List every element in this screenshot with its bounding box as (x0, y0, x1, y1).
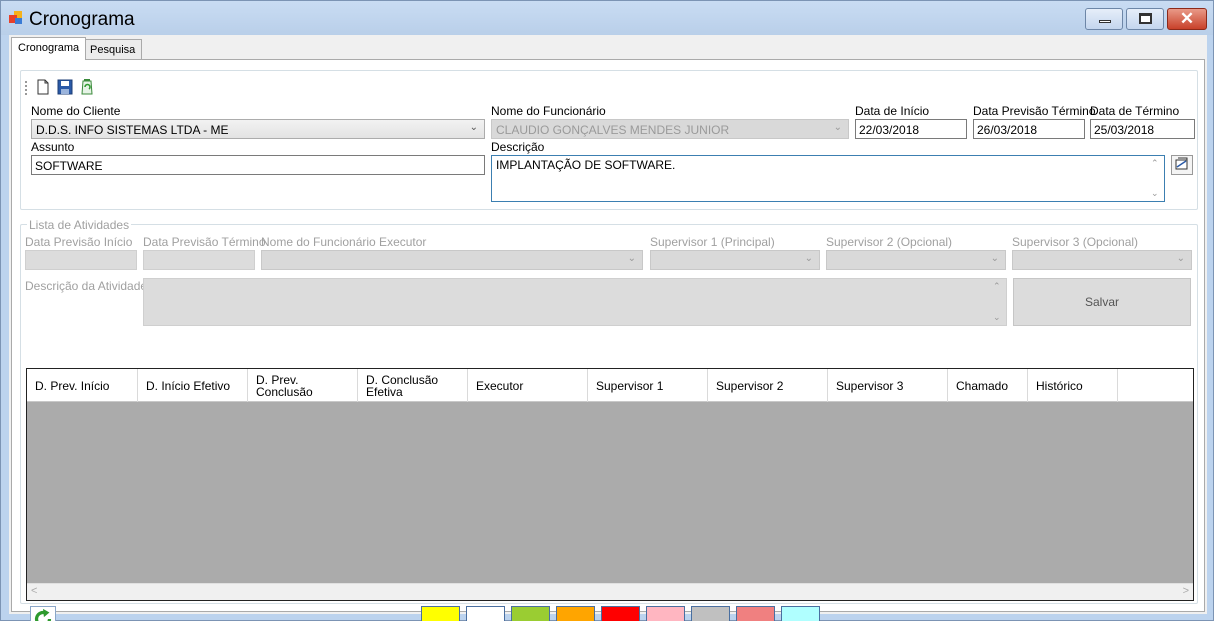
close-button[interactable]: ✕ (1167, 8, 1207, 30)
title-bar[interactable]: Cronograma ✕ (1, 1, 1213, 35)
refresh-button[interactable] (30, 606, 56, 621)
chevron-down-icon: ⌄ (804, 253, 813, 264)
data-previsao-termino-field[interactable]: 26/03/2018 (973, 119, 1085, 139)
grid-horizontal-scrollbar[interactable]: < > (27, 583, 1193, 600)
window-title: Cronograma (29, 9, 135, 30)
chevron-down-icon: ⌄ (469, 122, 478, 133)
atv-supervisor2-label: Supervisor 2 (Opcional) (826, 235, 953, 249)
atv-supervisor2-select: ⌄ (826, 250, 1006, 270)
legend-swatch (556, 606, 595, 621)
save-icon[interactable] (57, 79, 73, 95)
legend-swatch (736, 606, 775, 621)
maximize-icon (1139, 13, 1152, 24)
tab-page-cronograma: Nome do Cliente D.D.S. INFO SISTEMAS LTD… (11, 59, 1205, 621)
new-document-icon[interactable] (35, 79, 51, 95)
maximize-button[interactable] (1126, 8, 1164, 30)
scroll-right-icon[interactable]: > (1183, 585, 1189, 597)
atv-data-prev-termino-label: Data Previsão Término (143, 235, 266, 249)
toolbar (25, 77, 115, 99)
assunto-field[interactable]: SOFTWARE (31, 155, 485, 175)
atividades-group-label: Lista de Atividades (27, 218, 132, 232)
col-historico[interactable]: Histórico (1028, 369, 1118, 402)
legend-swatch (601, 606, 640, 621)
col-executor[interactable]: Executor (468, 369, 588, 402)
legend-swatch (691, 606, 730, 621)
scroll-left-icon[interactable]: < (31, 585, 37, 597)
atv-supervisor1-select: ⌄ (650, 250, 820, 270)
atv-descricao-label: Descrição da Atividade (25, 279, 148, 293)
descricao-label: Descrição (491, 140, 545, 154)
assunto-label: Assunto (31, 140, 75, 154)
descricao-value: IMPLANTAÇÃO DE SOFTWARE. (496, 158, 676, 172)
descricao-scrollbar[interactable]: ⌃ ⌄ (1150, 158, 1162, 199)
atv-data-prev-inicio-field (25, 250, 137, 270)
descricao-textarea[interactable]: IMPLANTAÇÃO DE SOFTWARE. ⌃ ⌄ (491, 155, 1165, 202)
atv-executor-select: ⌄ (261, 250, 643, 270)
legend-swatch (466, 606, 505, 621)
atv-supervisor3-select: ⌄ (1012, 250, 1192, 270)
col-prev-conclusao[interactable]: D. Prev. Conclusão (248, 369, 358, 402)
atv-supervisor3-label: Supervisor 3 (Opcional) (1012, 235, 1139, 249)
chevron-down-icon: ⌄ (627, 253, 636, 264)
refresh-icon (34, 608, 52, 621)
atv-descricao-scrollbar: ⌃ ⌄ (993, 281, 1001, 322)
col-chamado[interactable]: Chamado (948, 369, 1028, 402)
col-supervisor1[interactable]: Supervisor 1 (588, 369, 708, 402)
salvar-button: Salvar (1013, 278, 1191, 326)
col-conclusao-efetiva[interactable]: D. Conclusão Efetiva (358, 369, 468, 402)
app-window: Cronograma ✕ Cronograma Pesquisa Nome do… (0, 0, 1214, 621)
legend-swatch (511, 606, 550, 621)
chevron-down-icon: ⌄ (990, 253, 999, 264)
app-icon (9, 11, 23, 25)
minimize-icon (1099, 20, 1111, 23)
edit-description-icon[interactable] (1171, 155, 1193, 175)
col-inicio-efetivo[interactable]: D. Início Efetivo (138, 369, 248, 402)
toolbar-grip[interactable] (25, 81, 28, 95)
minimize-button[interactable] (1085, 8, 1123, 30)
data-inicio-field[interactable]: 22/03/2018 (855, 119, 967, 139)
atv-data-prev-termino-field (143, 250, 255, 270)
cliente-value: D.D.S. INFO SISTEMAS LTDA - ME (36, 123, 229, 137)
funcionario-value: CLAUDIO GONÇALVES MENDES JUNIOR (496, 123, 730, 137)
cronograma-header-group: Nome do Cliente D.D.S. INFO SISTEMAS LTD… (20, 70, 1198, 210)
data-termino-label: Data de Término (1090, 104, 1180, 118)
funcionario-label: Nome do Funcionário (491, 104, 606, 118)
cliente-label: Nome do Cliente (31, 104, 121, 118)
data-previsao-termino-label: Data Previsão Término (973, 104, 1096, 118)
recycle-icon[interactable] (79, 79, 95, 95)
col-supervisor3[interactable]: Supervisor 3 (828, 369, 948, 402)
data-termino-field[interactable]: 25/03/2018 (1090, 119, 1195, 139)
chevron-down-icon: ⌄ (1176, 253, 1185, 264)
tab-pesquisa[interactable]: Pesquisa (83, 39, 143, 59)
chevron-down-icon: ⌄ (833, 122, 842, 133)
col-supervisor2[interactable]: Supervisor 2 (708, 369, 828, 402)
atv-data-prev-inicio-label: Data Previsão Início (25, 235, 133, 249)
atv-supervisor1-label: Supervisor 1 (Principal) (650, 235, 775, 249)
close-icon: ✕ (1179, 9, 1195, 28)
atv-executor-label: Nome do Funcionário Executor (261, 235, 427, 249)
legend-swatch (421, 606, 460, 621)
data-inicio-label: Data de Início (855, 104, 930, 118)
atividades-grid[interactable]: D. Prev. Início D. Início Efetivo D. Pre… (26, 368, 1194, 601)
legend-swatch (646, 606, 685, 621)
tab-cronograma[interactable]: Cronograma (11, 37, 87, 60)
col-prev-inicio[interactable]: D. Prev. Início (27, 369, 138, 402)
client-area: Cronograma Pesquisa Nome do Cliente D.D.… (9, 35, 1207, 621)
cliente-select[interactable]: D.D.S. INFO SISTEMAS LTDA - ME ⌄ (31, 119, 485, 139)
grid-header: D. Prev. Início D. Início Efetivo D. Pre… (27, 369, 1193, 402)
funcionario-select: CLAUDIO GONÇALVES MENDES JUNIOR ⌄ (491, 119, 849, 139)
atv-descricao-textarea: ⌃ ⌄ (143, 278, 1007, 326)
legend-swatch (781, 606, 820, 621)
